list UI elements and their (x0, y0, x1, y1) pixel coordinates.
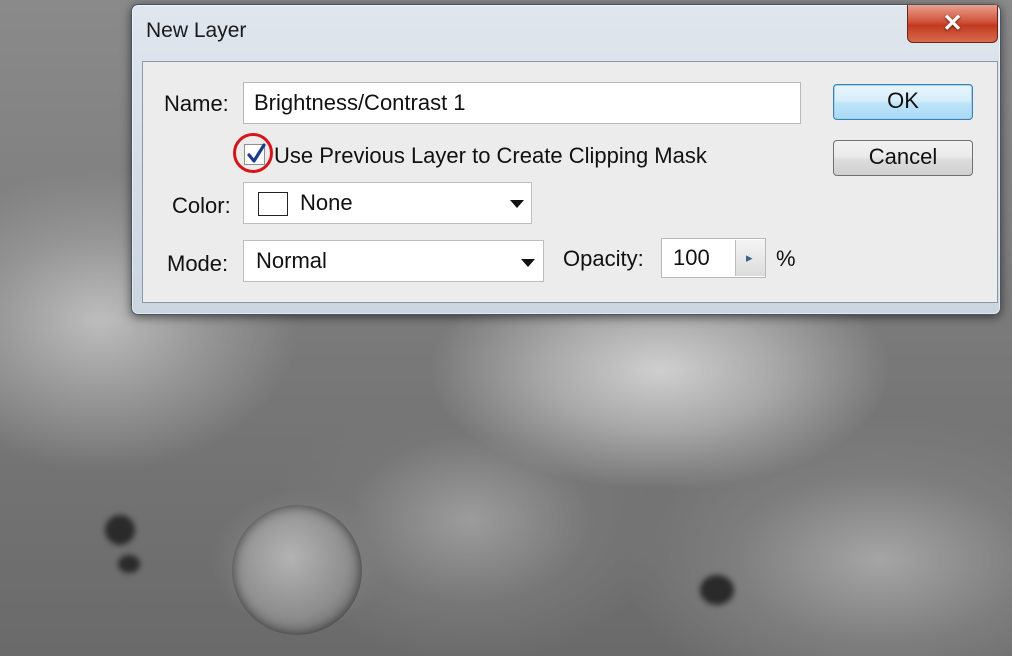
color-value: None (300, 190, 353, 215)
photo-dark-spot (105, 515, 135, 545)
color-select[interactable]: None (243, 182, 532, 224)
color-label: Color: (172, 193, 231, 218)
chevron-down-icon (510, 200, 524, 208)
photo-dark-spot (118, 555, 140, 573)
mode-label: Mode: (167, 251, 229, 276)
name-label: Name: (164, 91, 229, 116)
opacity-input[interactable]: 100 ▸ (661, 238, 766, 278)
highlight-ring (233, 133, 273, 173)
dialog-title: New Layer (146, 19, 247, 42)
photo-coin (232, 505, 362, 635)
opacity-value: 100 (673, 245, 710, 270)
chevron-down-icon (521, 259, 535, 267)
cancel-button[interactable]: Cancel (833, 140, 973, 176)
opacity-spin-button[interactable]: ▸ (735, 240, 765, 276)
opacity-unit: % (776, 246, 796, 271)
name-input[interactable]: Brightness/Contrast 1 (243, 82, 801, 124)
color-swatch (258, 192, 288, 216)
close-button[interactable]: ✕ (907, 5, 998, 43)
chevron-right-icon: ▸ (746, 250, 753, 265)
mode-select[interactable]: Normal (243, 240, 544, 282)
photo-dark-spot (700, 575, 734, 605)
ok-button[interactable]: OK (833, 84, 973, 120)
mode-value: Normal (256, 248, 327, 273)
opacity-label: Opacity: (563, 246, 644, 271)
close-icon: ✕ (942, 10, 963, 37)
clipping-mask-label[interactable]: Use Previous Layer to Create Clipping Ma… (274, 143, 707, 169)
